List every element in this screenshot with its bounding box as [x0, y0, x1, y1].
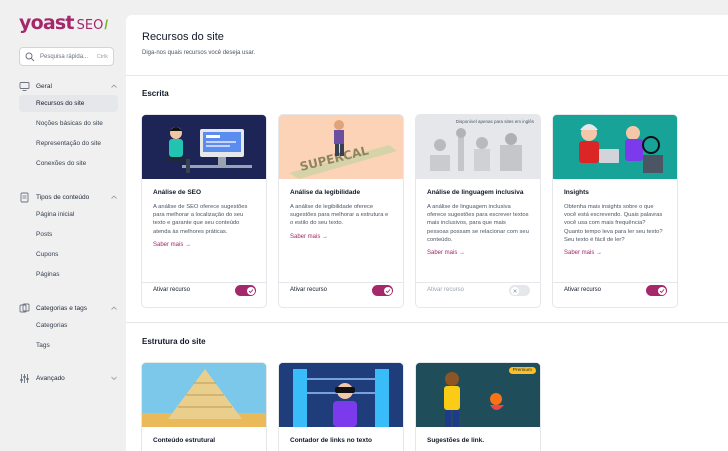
card-title: Sugestões de link. [427, 437, 485, 444]
nav-group-toggle-geral[interactable]: Geral [19, 80, 118, 92]
readability-illustration: SUPERCAL [279, 115, 403, 179]
nav-group-label: Avançado [36, 374, 65, 382]
search-placeholder: Pesquisa rápida... [40, 53, 89, 60]
learn-more-link[interactable]: Saber mais → [427, 250, 529, 256]
page-title: Recursos do site [142, 31, 224, 43]
feature-card-insights: Insights Obtenha mais insights sobre o q… [552, 114, 678, 308]
page-subtitle: Diga-nos quais recursos você deseja usar… [142, 50, 256, 56]
tag-icon [19, 303, 30, 312]
check-icon [657, 286, 666, 295]
sidebar-item-posts[interactable]: Posts [19, 226, 118, 243]
feature-card-link-suggestions: Premium Sugestões de link. [415, 362, 541, 451]
activate-label: Ativar recurso [564, 287, 602, 293]
sidebar-item-pagina-inicial[interactable]: Página inicial [19, 206, 118, 223]
card-divider [142, 282, 266, 283]
nav-group-categorias: Categorias e tags Categorias Tags [19, 302, 118, 354]
card-description: Obtenha mais insights sobre o que você e… [564, 204, 663, 243]
activate-label: Ativar recurso [290, 287, 328, 293]
feature-toggle-inclusive-language[interactable] [509, 285, 530, 296]
nav-group-toggle-avancado[interactable]: Avançado [19, 372, 118, 384]
main-panel: Recursos do site Diga-nos quais recursos… [126, 15, 728, 451]
feature-toggle-readability[interactable] [372, 285, 393, 296]
card-title: Contador de links no texto [290, 437, 372, 444]
activate-label: Ativar recurso [153, 287, 191, 293]
learn-more-link[interactable]: Saber mais → [153, 242, 255, 248]
card-divider [416, 282, 540, 283]
feature-card-cornerstone: Conteúdo estrutural [141, 362, 267, 451]
sidebar-item-paginas[interactable]: Páginas [19, 266, 118, 283]
card-description: A análise de linguagem inclusiva oferece… [427, 204, 529, 243]
sidebar-item-categorias[interactable]: Categorias [19, 317, 118, 334]
learn-more-link[interactable]: Saber mais → [564, 250, 666, 256]
card-title: Insights [564, 189, 589, 196]
sliders-icon [20, 373, 29, 383]
nav-group-toggle-tipos[interactable]: Tipos de conteúdo [19, 191, 118, 203]
divider [126, 75, 728, 76]
feature-card-inclusive-language: Disponível apenas para sites em inglês A… [415, 114, 541, 308]
card-title: Análise de linguagem inclusiva [427, 189, 524, 196]
check-icon [246, 286, 255, 295]
section-title-escrita: Escrita [142, 89, 169, 98]
logo-slash: / [104, 17, 108, 32]
card-title: Conteúdo estrutural [153, 437, 216, 444]
sidebar-item-cupons[interactable]: Cupons [19, 246, 118, 263]
nav-group-label: Categorias e tags [36, 304, 87, 312]
nav-group-geral: Geral Recursos do site Noções básicas do… [19, 80, 118, 172]
inclusive-language-illustration: Disponível apenas para sites em inglês [416, 115, 540, 179]
nav-group-tipos: Tipos de conteúdo Página inicial Posts C… [19, 191, 118, 283]
sidebar-item-tags[interactable]: Tags [19, 337, 118, 354]
card-description: A análise de legibilidade oferece sugest… [290, 204, 389, 227]
section-title-estrutura: Estrutura do site [142, 337, 206, 346]
card-title: Análise de SEO [153, 189, 202, 196]
english-only-badge: Disponível apenas para sites em inglês [455, 119, 534, 124]
divider [126, 322, 728, 323]
logo-wordmark: yoast [19, 12, 74, 34]
feature-toggle-seo[interactable] [235, 285, 256, 296]
premium-badge: Premium [508, 367, 536, 374]
check-icon [383, 286, 392, 295]
nav-group-avancado: Avançado [19, 372, 118, 384]
link-suggestions-illustration: Premium [416, 363, 540, 427]
yoast-logo[interactable]: yoast SEO / [19, 12, 108, 34]
nav-group-label: Tipos de conteúdo [36, 193, 90, 201]
search-icon [25, 52, 35, 61]
search-shortcut: Ctrlk [96, 53, 108, 60]
chevron-down-icon [111, 376, 117, 381]
feature-card-readability: SUPERCAL Análise da legibilidade A análi… [278, 114, 404, 308]
activate-label: Ativar recurso [427, 287, 465, 293]
card-divider [553, 282, 677, 283]
document-icon [20, 192, 29, 202]
seo-illustration [142, 115, 266, 179]
sidebar-item-representacao[interactable]: Representação do site [19, 135, 118, 152]
sidebar-item-conexoes[interactable]: Conexões do site [19, 155, 118, 172]
sidebar-item-nocoes-basicas[interactable]: Noções básicas do site [19, 115, 118, 132]
chevron-up-icon [111, 306, 117, 310]
desktop-icon [19, 81, 30, 91]
sidebar-item-recursos-do-site[interactable]: Recursos do site [19, 95, 118, 112]
feature-card-seo: Análise de SEO A análise de SEO oferece … [141, 114, 267, 308]
chevron-up-icon [111, 195, 117, 199]
close-icon [510, 286, 519, 295]
card-description: A análise de SEO oferece sugestões para … [153, 204, 248, 235]
insights-illustration [553, 115, 677, 179]
text-link-counter-illustration [279, 363, 403, 427]
sidebar: yoast SEO / Pesquisa rápida... Ctrlk Ger… [0, 0, 126, 451]
cornerstone-illustration [142, 363, 266, 427]
card-divider [279, 282, 403, 283]
nav-group-toggle-categorias[interactable]: Categorias e tags [19, 302, 118, 314]
card-title: Análise da legibilidade [290, 189, 361, 196]
chevron-up-icon [111, 84, 117, 88]
feature-card-text-link-counter: Contador de links no texto [278, 362, 404, 451]
nav-group-label: Geral [36, 82, 52, 90]
feature-toggle-insights[interactable] [646, 285, 667, 296]
logo-product: SEO [76, 18, 104, 33]
learn-more-link[interactable]: Saber mais → [290, 234, 392, 240]
quick-search-input[interactable]: Pesquisa rápida... Ctrlk [19, 47, 114, 66]
